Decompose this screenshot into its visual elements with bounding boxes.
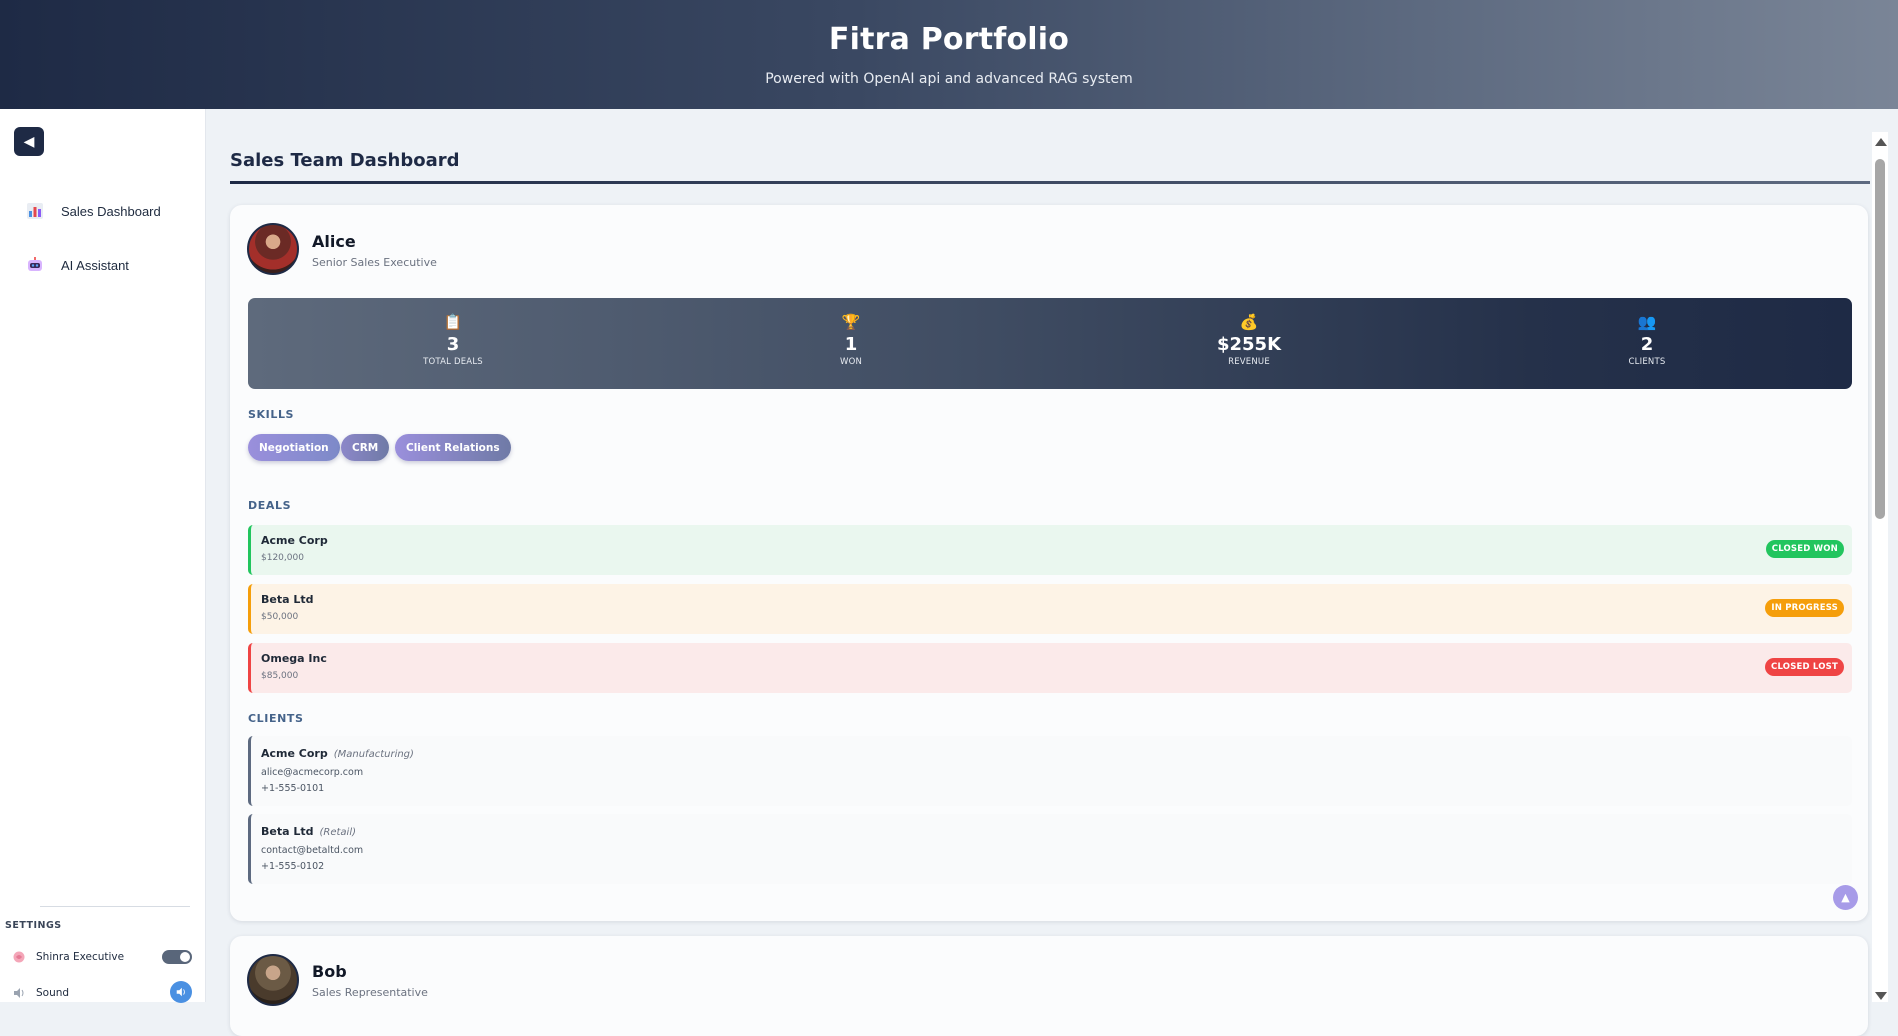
deal-row: Beta Ltd $50,000 IN PROGRESS xyxy=(248,584,1852,634)
people-icon: 👥 xyxy=(1637,313,1657,331)
setting-label: Sound xyxy=(36,987,70,999)
page-title: Sales Team Dashboard xyxy=(230,150,460,171)
brain-icon xyxy=(12,950,26,964)
avatar xyxy=(247,223,299,275)
settings-divider xyxy=(40,906,190,907)
team-member-card: Bob Sales Representative xyxy=(230,936,1868,1036)
collapse-sidebar-button[interactable]: ◀ xyxy=(14,127,44,156)
client-row: Acme Corp (Manufacturing) alice@acmecorp.… xyxy=(248,736,1852,806)
team-member-card: Alice Senior Sales Executive 📋 3 TOTAL D… xyxy=(230,205,1868,921)
stat-value: 2 xyxy=(1640,334,1654,355)
avatar xyxy=(247,954,299,1006)
member-role: Senior Sales Executive xyxy=(312,256,437,269)
shinra-executive-toggle[interactable] xyxy=(162,950,192,964)
scroll-to-top-button[interactable]: ▲ xyxy=(1833,885,1858,910)
deal-amount: $50,000 xyxy=(261,612,299,622)
skill-chip: Client Relations xyxy=(395,434,511,461)
scroll-down-arrow-icon[interactable] xyxy=(1875,992,1887,1000)
setting-label: Shinra Executive xyxy=(36,951,125,963)
client-row: Beta Ltd (Retail) contact@betaltd.com +1-… xyxy=(248,814,1852,884)
stats-bar: 📋 3 TOTAL DEALS 🏆 1 WON 💰 $255K REVENUE … xyxy=(248,298,1852,389)
client-name: Beta Ltd xyxy=(261,825,314,838)
deal-amount: $85,000 xyxy=(261,671,299,681)
stat-value: 1 xyxy=(844,334,858,355)
client-phone: +1-555-0101 xyxy=(261,783,325,794)
client-email: contact@betaltd.com xyxy=(261,845,364,856)
deal-name: Beta Ltd xyxy=(261,593,314,606)
settings-heading: SETTINGS xyxy=(5,920,62,931)
stat-value: 3 xyxy=(446,334,460,355)
stat-label: WON xyxy=(839,357,863,367)
stat-label: TOTAL DEALS xyxy=(423,357,483,367)
stat-label: CLIENTS xyxy=(1628,357,1666,367)
status-badge: CLOSED WON xyxy=(1765,540,1844,558)
sidebar-item-label: AI Assistant xyxy=(61,257,129,273)
scrollbar-thumb[interactable] xyxy=(1875,159,1885,519)
sound-button[interactable] xyxy=(170,981,192,1003)
stat-value: $255K xyxy=(1216,334,1282,355)
deal-name: Acme Corp xyxy=(261,534,328,547)
member-name: Alice xyxy=(312,232,356,251)
stat-label: REVENUE xyxy=(1228,357,1270,367)
bar-chart-icon xyxy=(24,200,46,222)
sidebar-item-ai-assistant[interactable]: AI Assistant xyxy=(24,250,129,280)
scrollbar[interactable] xyxy=(1872,132,1888,1002)
clients-heading: CLIENTS xyxy=(248,712,304,725)
chevron-left-icon: ◀ xyxy=(23,133,35,150)
robot-icon xyxy=(24,254,46,276)
stat-revenue: 💰 $255K REVENUE xyxy=(1149,312,1349,367)
deal-row: Omega Inc $85,000 CLOSED LOST xyxy=(248,643,1852,693)
deals-heading: DEALS xyxy=(248,499,292,512)
stat-total-deals: 📋 3 TOTAL DEALS xyxy=(353,312,553,367)
arrow-up-icon: ▲ xyxy=(1841,891,1850,904)
deal-row: Acme Corp $120,000 CLOSED WON xyxy=(248,525,1852,575)
setting-sound: Sound xyxy=(12,981,192,1003)
member-name: Bob xyxy=(312,962,347,981)
app-title: Fitra Portfolio xyxy=(828,22,1070,57)
setting-shinra-executive: Shinra Executive xyxy=(12,947,192,967)
status-badge: IN PROGRESS xyxy=(1765,599,1844,617)
app-header: Fitra Portfolio Powered with OpenAI api … xyxy=(0,0,1898,109)
stat-clients: 👥 2 CLIENTS xyxy=(1547,312,1747,367)
skill-chip: Negotiation xyxy=(248,434,340,461)
speaker-icon xyxy=(12,986,26,1000)
app-subtitle: Powered with OpenAI api and advanced RAG… xyxy=(765,71,1133,87)
status-badge: CLOSED LOST xyxy=(1765,658,1844,676)
client-name: Acme Corp xyxy=(261,747,328,760)
skill-chip: CRM xyxy=(341,434,390,461)
sidebar-item-sales-dashboard[interactable]: Sales Dashboard xyxy=(24,196,161,226)
title-underline xyxy=(230,181,1870,184)
scroll-up-arrow-icon[interactable] xyxy=(1875,138,1887,146)
client-phone: +1-555-0102 xyxy=(261,861,325,872)
client-name-line: Beta Ltd (Retail) xyxy=(261,825,356,838)
client-industry: (Manufacturing) xyxy=(333,749,414,760)
speaker-icon xyxy=(176,987,185,997)
deal-name: Omega Inc xyxy=(261,652,327,665)
trophy-icon: 🏆 xyxy=(841,313,861,331)
sidebar-item-label: Sales Dashboard xyxy=(61,203,161,219)
client-email: alice@acmecorp.com xyxy=(261,767,364,778)
skills-heading: SKILLS xyxy=(248,408,295,421)
client-name-line: Acme Corp (Manufacturing) xyxy=(261,747,414,760)
member-role: Sales Representative xyxy=(312,986,428,999)
clipboard-icon: 📋 xyxy=(443,313,463,331)
deal-amount: $120,000 xyxy=(261,553,304,563)
stat-won: 🏆 1 WON xyxy=(751,312,951,367)
client-industry: (Retail) xyxy=(319,827,357,838)
sidebar: ◀ Sales Dashboard AI Assistant SETTINGS xyxy=(0,109,206,1003)
money-bag-icon: 💰 xyxy=(1239,313,1259,331)
